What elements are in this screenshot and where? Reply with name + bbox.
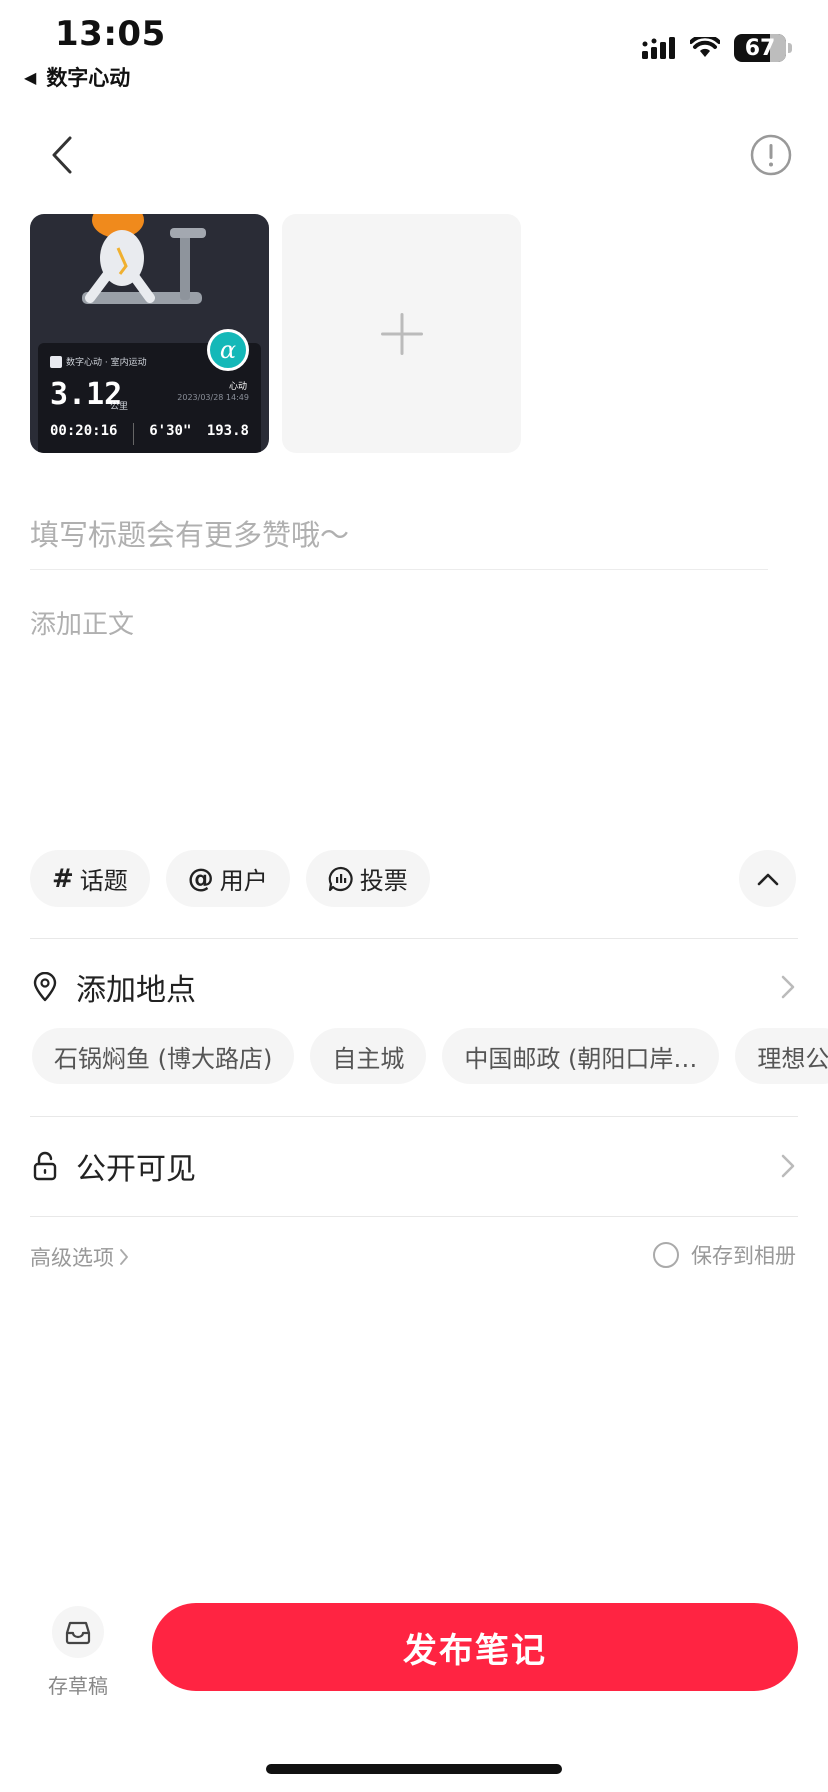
exclamation-circle-icon — [750, 134, 792, 176]
location-suggestion-chip[interactable]: 自主城 — [310, 1028, 427, 1084]
run-app-name: 数字心动 · 室内运动 — [50, 355, 147, 368]
chevron-left-icon — [52, 136, 72, 174]
save-to-album-toggle[interactable]: 保存到相册 — [653, 1240, 796, 1270]
back-button[interactable] — [44, 130, 80, 180]
mention-user-chip[interactable]: @ 用户 — [165, 850, 290, 907]
run-summary-card: α 数字心动 · 室内运动 3.12 公里 心动 2023/03/28 14:4… — [38, 329, 261, 453]
clock: 13:05 — [55, 14, 166, 54]
topic-chip-label: 话题 — [79, 867, 128, 895]
location-suggestion-chip[interactable]: 理想公 — [735, 1028, 828, 1084]
app-mini-icon — [50, 355, 62, 368]
location-pin-icon — [30, 972, 60, 1002]
hashtag-icon: # — [52, 863, 74, 894]
advanced-options-link[interactable]: 高级选项 — [30, 1242, 130, 1272]
vote-chip[interactable]: 投票 — [305, 850, 430, 907]
inbox-icon — [65, 1621, 91, 1645]
topic-chip[interactable]: # 话题 — [30, 850, 150, 907]
run-stats: 00:20:16 6'30" 193.8 — [50, 423, 249, 445]
insert-chip-row: # 话题 @ 用户 投票 — [30, 850, 430, 907]
divider — [30, 938, 798, 939]
logo-caption: 心动 — [228, 382, 247, 392]
divider — [30, 1216, 798, 1217]
battery-icon: 67 — [734, 34, 786, 62]
signal-icon — [642, 37, 675, 59]
chevron-right-icon — [781, 975, 795, 999]
back-triangle-icon: ◀ — [24, 67, 37, 87]
run-date: 2023/03/28 14:49 — [177, 393, 249, 402]
location-suggestion-chip[interactable]: 石锅焖鱼 (博大路店) — [32, 1028, 295, 1084]
add-location-label: 添加地点 — [76, 973, 196, 1008]
runner-illustration — [82, 214, 206, 304]
image-thumbnail[interactable]: α 数字心动 · 室内运动 3.12 公里 心动 2023/03/28 14:4… — [30, 214, 269, 453]
run-duration: 00:20:16 — [50, 423, 118, 439]
add-image-button[interactable] — [282, 214, 521, 453]
add-location-row[interactable]: 添加地点 — [30, 957, 798, 1017]
poll-bubble-icon — [328, 866, 353, 891]
media-row: α 数字心动 · 室内运动 3.12 公里 心动 2023/03/28 14:4… — [30, 214, 521, 453]
stat-divider — [132, 423, 134, 445]
save-to-album-radio[interactable] — [653, 1242, 679, 1268]
battery-nub — [788, 43, 792, 53]
collapse-toolbar-button[interactable] — [739, 850, 796, 907]
visibility-label: 公开可见 — [76, 1152, 196, 1187]
location-suggestion-chip[interactable]: 中国邮政 (朝阳口岸… — [442, 1028, 720, 1084]
body-input[interactable] — [30, 604, 798, 824]
at-sign-icon: @ — [187, 863, 214, 894]
vote-chip-label: 投票 — [359, 867, 408, 895]
advanced-options-label: 高级选项 — [30, 1246, 114, 1270]
visibility-row[interactable]: 公开可见 — [30, 1136, 798, 1196]
wifi-icon — [690, 37, 720, 57]
title-input[interactable] — [30, 500, 768, 570]
run-distance-unit: 公里 — [110, 402, 129, 412]
status-bar: 13:05 ◀ 数字心动 67 — [0, 0, 828, 100]
chevron-up-icon — [757, 873, 778, 885]
save-draft-label: 存草稿 — [48, 1674, 108, 1698]
back-app-label: 数字心动 — [46, 66, 131, 90]
mention-chip-label: 用户 — [219, 867, 268, 895]
info-button[interactable] — [750, 134, 792, 176]
status-indicators: 67 — [642, 34, 792, 62]
publish-note-button[interactable]: 发布笔记 — [152, 1603, 798, 1691]
plus-icon — [380, 312, 423, 355]
save-to-album-label: 保存到相册 — [691, 1244, 796, 1268]
unlock-icon — [30, 1151, 60, 1181]
run-pace: 6'30" — [149, 423, 192, 439]
location-suggestions: 石锅焖鱼 (博大路店) 自主城 中国邮政 (朝阳口岸… 理想公 — [32, 1028, 828, 1084]
chevron-right-icon — [120, 1249, 128, 1265]
battery-level: 67 — [744, 35, 776, 61]
back-to-app-link[interactable]: ◀ 数字心动 — [24, 62, 130, 92]
save-draft-button[interactable]: 存草稿 — [44, 1606, 112, 1699]
run-calories: 193.8 — [206, 423, 249, 439]
xindong-logo: α — [207, 329, 249, 371]
chevron-right-icon — [781, 1154, 795, 1178]
draft-icon-circle — [52, 1606, 104, 1658]
divider — [30, 1116, 798, 1117]
home-indicator — [266, 1764, 562, 1774]
